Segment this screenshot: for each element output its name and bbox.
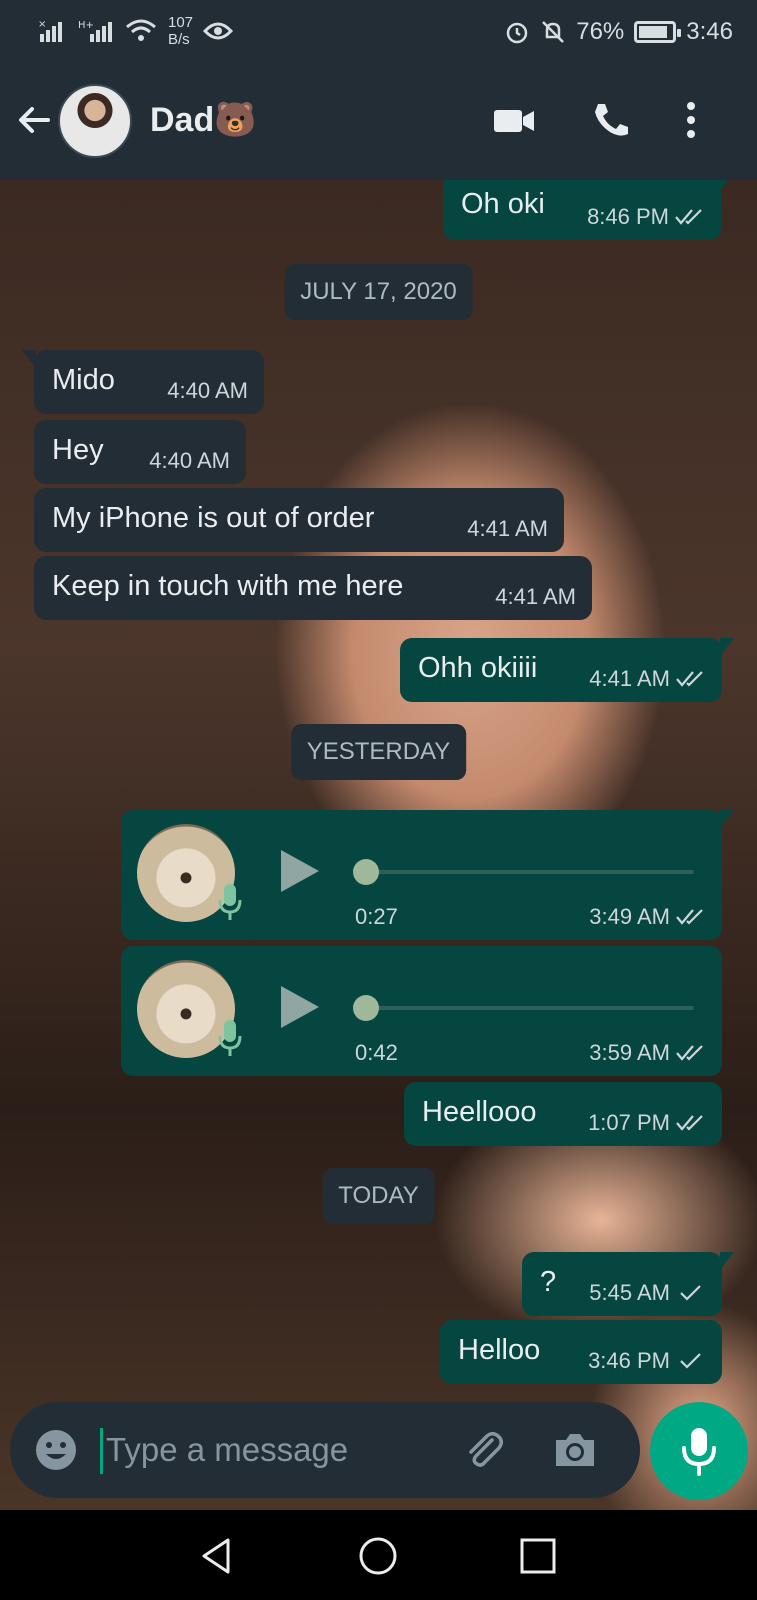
network-speed: 107 B/s — [168, 14, 193, 48]
voice-duration: 0:27 — [355, 904, 398, 929]
battery-icon — [634, 21, 682, 43]
message-time: 3:59 AM — [589, 1040, 706, 1066]
message-time: 3:49 AM — [589, 904, 706, 930]
status-left: × H+ 107 B/s — [38, 14, 234, 48]
message-time: 5:45 AM — [589, 1280, 706, 1306]
message-bubble-in[interactable]: My iPhone is out of order 4:41 AM — [34, 488, 564, 552]
message-bubble-out[interactable]: Helloo 3:46 PM — [440, 1320, 722, 1384]
contact-name[interactable]: Dad🐻 — [150, 100, 257, 140]
camera-icon[interactable] — [552, 1428, 598, 1472]
svg-text:×: × — [38, 19, 46, 30]
alarm-icon — [506, 22, 528, 44]
signal-hplus-icon: H+ — [78, 20, 112, 42]
voice-message-bubble[interactable]: 0:42 3:59 AM — [121, 946, 722, 1076]
voice-duration: 0:42 — [355, 1040, 398, 1065]
message-timestamp: 3:46 PM — [588, 1348, 670, 1373]
message-bubble-in[interactable]: Keep in touch with me here 4:41 AM — [34, 556, 592, 620]
double-check-icon — [676, 1045, 703, 1061]
message-timestamp: 3:59 AM — [589, 1040, 670, 1065]
network-speed-value: 107 — [168, 14, 194, 31]
message-bubble-out[interactable]: Oh oki 8:46 PM — [443, 180, 733, 240]
status-right: 76% 3:46 — [504, 18, 733, 46]
mic-icon — [218, 1020, 242, 1056]
message-composer — [10, 1402, 640, 1498]
message-time: 3:46 PM — [588, 1348, 706, 1374]
nav-home-icon[interactable] — [356, 1534, 400, 1578]
signal-icon: × — [38, 19, 62, 42]
message-bubble-out[interactable]: Ohh okiiii 4:41 AM — [400, 638, 734, 702]
wifi-icon — [126, 19, 156, 41]
attach-icon[interactable] — [462, 1428, 506, 1472]
voice-message-bubble[interactable]: 0:27 3:49 AM — [121, 810, 734, 940]
double-check-icon — [676, 909, 703, 925]
message-bubble-in[interactable]: Hey 4:40 AM — [34, 420, 246, 484]
more-options-icon[interactable] — [676, 100, 706, 140]
message-text: Oh oki — [461, 188, 545, 220]
mic-icon — [682, 1428, 716, 1476]
chat-header: Dad🐻 — [0, 64, 757, 180]
svg-text:H+: H+ — [78, 20, 94, 31]
text-caret — [100, 1428, 103, 1474]
message-bubble-out[interactable]: Heellooo 1:07 PM — [404, 1082, 722, 1146]
message-timestamp: 4:41 AM — [495, 584, 576, 609]
video-call-icon[interactable] — [492, 100, 536, 140]
mute-bell-icon — [542, 21, 565, 43]
message-input[interactable] — [106, 1424, 446, 1476]
date-divider: JULY 17, 2020 — [284, 264, 473, 320]
nav-recents-icon[interactable] — [516, 1534, 560, 1578]
double-check-icon — [675, 209, 702, 225]
message-text: My iPhone is out of order — [52, 502, 375, 534]
status-bar: × H+ 107 B/s 76% 3:46 — [0, 0, 757, 64]
emoji-icon[interactable] — [34, 1428, 78, 1472]
message-bubble-out[interactable]: ? 5:45 AM — [522, 1252, 734, 1316]
message-bubble-in[interactable]: Mido 4:40 AM — [22, 350, 264, 414]
message-text: ? — [540, 1266, 557, 1298]
message-text: Helloo — [458, 1334, 541, 1366]
message-timestamp: 4:41 AM — [589, 666, 670, 691]
message-timestamp: 4:40 AM — [167, 378, 248, 403]
message-timestamp: 4:40 AM — [149, 448, 230, 473]
system-nav-bar — [0, 1510, 757, 1600]
play-icon[interactable] — [279, 848, 321, 894]
message-timestamp: 3:49 AM — [589, 904, 670, 929]
message-text: Keep in touch with me here — [52, 570, 404, 602]
nav-back-icon[interactable] — [196, 1534, 240, 1578]
message-timestamp: 5:45 AM — [589, 1280, 670, 1305]
message-timestamp: 1:07 PM — [588, 1110, 670, 1135]
voice-seek-handle[interactable] — [353, 859, 379, 885]
message-time: 4:41 AM — [589, 666, 706, 692]
message-text: Mido — [52, 364, 115, 396]
voice-seek-handle[interactable] — [353, 995, 379, 1021]
chat-background: Oh oki 8:46 PM JULY 17, 2020 Mido 4:40 A… — [0, 180, 757, 1510]
message-text: Ohh okiiii — [418, 652, 538, 684]
back-arrow-icon[interactable] — [14, 100, 54, 140]
battery-level — [639, 26, 667, 38]
battery-percent: 76% — [576, 18, 625, 45]
voice-progress-track[interactable] — [366, 870, 694, 874]
date-divider: YESTERDAY — [290, 724, 467, 780]
single-check-icon — [680, 1285, 701, 1301]
single-check-icon — [680, 1353, 701, 1369]
mic-icon — [218, 884, 242, 920]
message-timestamp: 4:41 AM — [467, 516, 548, 541]
clock: 3:46 — [686, 18, 733, 45]
record-voice-button[interactable] — [650, 1402, 748, 1500]
play-icon[interactable] — [279, 984, 321, 1030]
eye-icon — [203, 22, 234, 40]
message-timestamp: 8:46 PM — [587, 204, 669, 229]
message-text: Heellooo — [422, 1096, 537, 1128]
voice-progress-track[interactable] — [366, 1006, 694, 1010]
double-check-icon — [676, 1115, 703, 1131]
double-check-icon — [676, 671, 703, 687]
message-time: 8:46 PM — [587, 204, 705, 230]
message-text: Hey — [52, 434, 104, 466]
network-speed-unit: B/s — [168, 31, 190, 48]
date-divider: TODAY — [322, 1168, 435, 1224]
contact-avatar[interactable] — [58, 84, 132, 158]
message-time: 1:07 PM — [588, 1110, 706, 1136]
voice-call-icon[interactable] — [590, 100, 634, 140]
